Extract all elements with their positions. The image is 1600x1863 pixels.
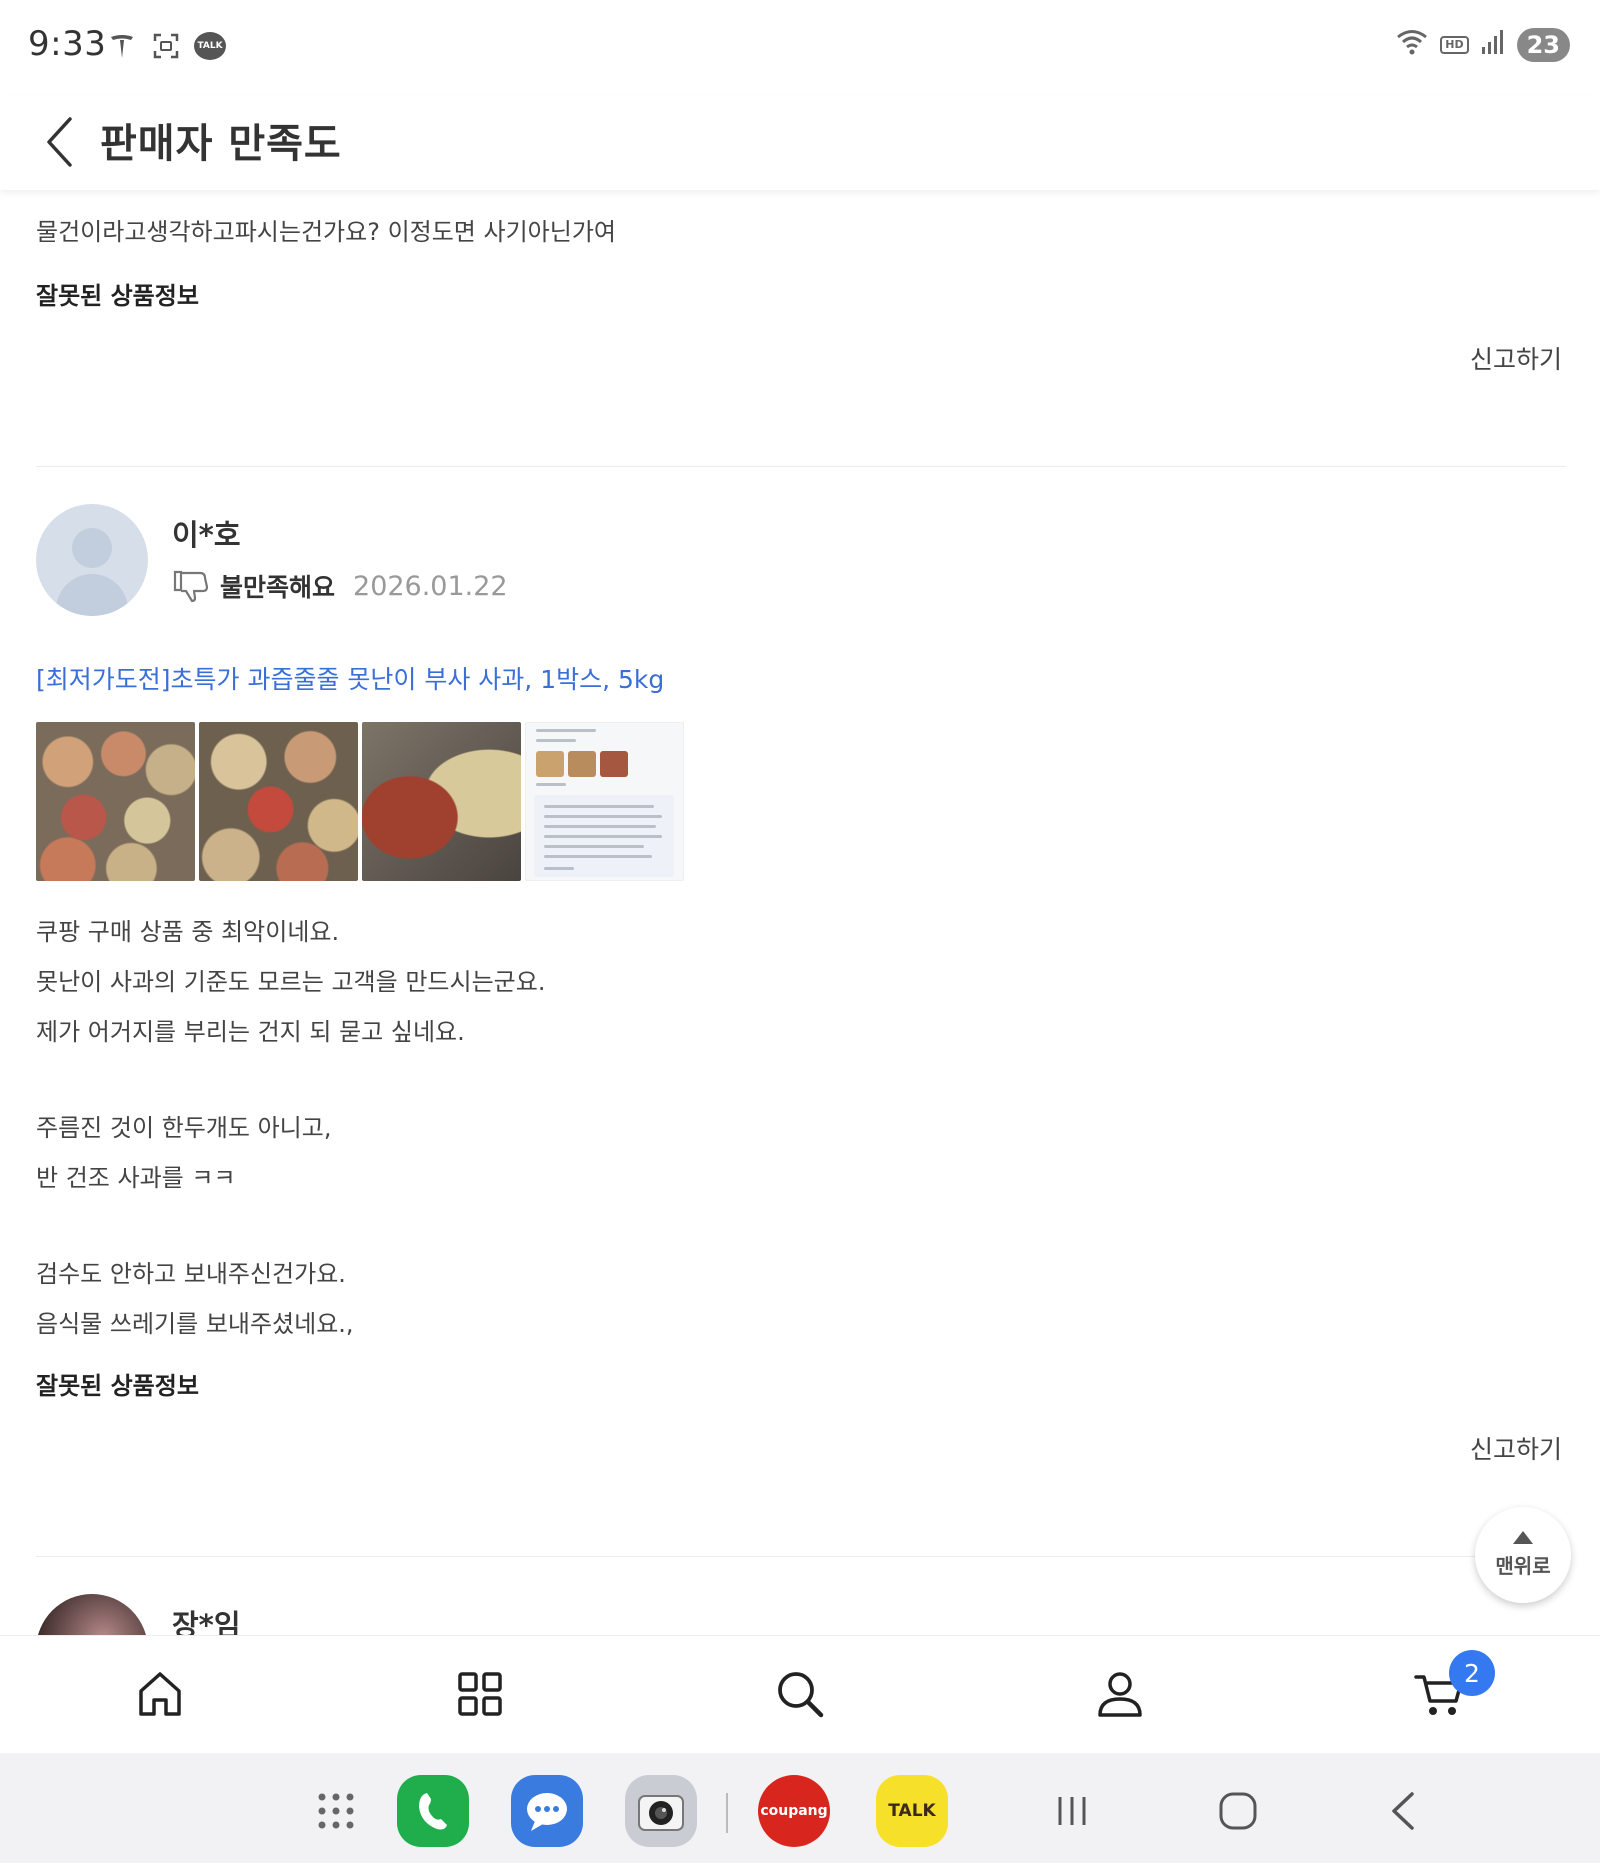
review-photo[interactable] [525, 722, 684, 881]
review-date: 2026.01.22 [353, 570, 508, 602]
kakaotalk-notification-icon: TALK [194, 32, 226, 60]
rating-row: 불만족해요 2026.01.22 [172, 568, 508, 604]
nav-home[interactable] [132, 1666, 188, 1722]
battery-icon: 23 [1516, 28, 1570, 62]
search-icon [778, 1672, 824, 1718]
app-drawer-icon [318, 1793, 354, 1829]
kakaotalk-icon: TALK [888, 1801, 936, 1821]
bottom-navigation [0, 1635, 1600, 1753]
divider [36, 466, 1566, 467]
review-photos [36, 722, 684, 881]
mypage-icon [1098, 1672, 1142, 1717]
rating-label: 불만족해요 [220, 573, 336, 602]
review-text-line: 못난이 사과의 기준도 모르는 고객을 만드시는군요. [36, 968, 546, 996]
coupang-icon: coupang [760, 1803, 828, 1819]
review-text-line: 주름진 것이 한두개도 아니고, [36, 1114, 332, 1142]
nav-mypage[interactable] [1092, 1666, 1148, 1722]
system-back-button[interactable] [1376, 1783, 1432, 1839]
review-text-line: 쿠팡 구매 상품 중 최악이네요. [36, 918, 340, 946]
camera-icon [638, 1795, 684, 1831]
dock-separator [726, 1793, 728, 1833]
status-time: 9:33 [28, 24, 107, 64]
kakaotalk-app[interactable]: TALK [876, 1775, 948, 1847]
nav-search[interactable] [772, 1666, 828, 1722]
product-link[interactable]: [최저가도전]초특가 과즙줄줄 못난이 부사 사과, 1박스, 5kg [36, 660, 664, 696]
phone-icon [419, 1793, 447, 1830]
review-text-line: 음식물 쓰레기를 보내주셨네요., [36, 1310, 354, 1338]
review-tag: 잘못된 상품정보 [36, 282, 199, 310]
divider [36, 1556, 1566, 1557]
messages-icon [527, 1793, 567, 1831]
nav-category[interactable] [452, 1666, 508, 1722]
back-icon [1392, 1792, 1414, 1830]
status-left-icons: TALK [106, 30, 226, 62]
home-button[interactable] [1210, 1783, 1266, 1839]
report-button[interactable]: 신고하기 [1470, 1430, 1562, 1466]
back-to-top-label: 맨위로 [1495, 1554, 1551, 1578]
review-text-line: 검수도 안하고 보내주신건가요. [36, 1260, 346, 1288]
arrow-up-icon [1513, 1531, 1533, 1544]
review-list[interactable]: 물건이라고생각하고파시는건가요? 이정도면 사기아닌가여 잘못된 상품정보 신고… [0, 190, 1600, 1635]
system-dock: coupang TALK [0, 1753, 1600, 1863]
app-drawer-button[interactable] [300, 1775, 372, 1847]
review-photo[interactable] [199, 722, 358, 881]
review-text-line: 반 건조 사과를 ㅋㅋ [36, 1164, 236, 1192]
avatar [36, 1594, 148, 1635]
reviewer-name: 장*임 [172, 1608, 241, 1635]
back-button[interactable] [30, 107, 90, 177]
screenshot-icon [150, 30, 182, 62]
recent-apps-icon [1058, 1797, 1086, 1825]
review-photo[interactable] [36, 722, 195, 881]
app-header: 판매자 만족도 [0, 95, 1600, 190]
recent-apps-button[interactable] [1044, 1783, 1100, 1839]
status-right-icons: HD 23 [1396, 28, 1570, 62]
review-photo[interactable] [362, 722, 521, 881]
avatar [36, 504, 148, 616]
category-icon [458, 1672, 502, 1716]
status-bar: 9:33 TALK HD 23 [0, 0, 1600, 95]
coupang-app[interactable]: coupang [758, 1775, 830, 1847]
back-to-top-button[interactable]: 맨위로 [1475, 1507, 1571, 1603]
phone-app[interactable] [397, 1775, 469, 1847]
thumbs-down-icon [173, 570, 209, 603]
messages-app[interactable] [511, 1775, 583, 1847]
camera-app[interactable] [625, 1775, 697, 1847]
review-text-line: 제가 어거지를 부리는 건지 되 묻고 싶네요. [36, 1018, 465, 1046]
wifi-icon [1396, 28, 1428, 62]
page-title: 판매자 만족도 [100, 121, 342, 167]
chevron-left-icon [47, 117, 72, 167]
review-text-line: 물건이라고생각하고파시는건가요? 이정도면 사기아닌가여 [36, 218, 616, 246]
signal-icon [1481, 29, 1505, 61]
reviewer-name: 이*호 [172, 518, 241, 552]
report-button[interactable]: 신고하기 [1470, 340, 1562, 376]
tesla-icon [106, 30, 138, 62]
review-tag: 잘못된 상품정보 [36, 1372, 199, 1400]
cart-count-badge: 2 [1449, 1650, 1495, 1696]
home-button-icon [1219, 1792, 1257, 1830]
hd-voice-icon: HD [1440, 36, 1469, 54]
home-icon [139, 1672, 181, 1716]
